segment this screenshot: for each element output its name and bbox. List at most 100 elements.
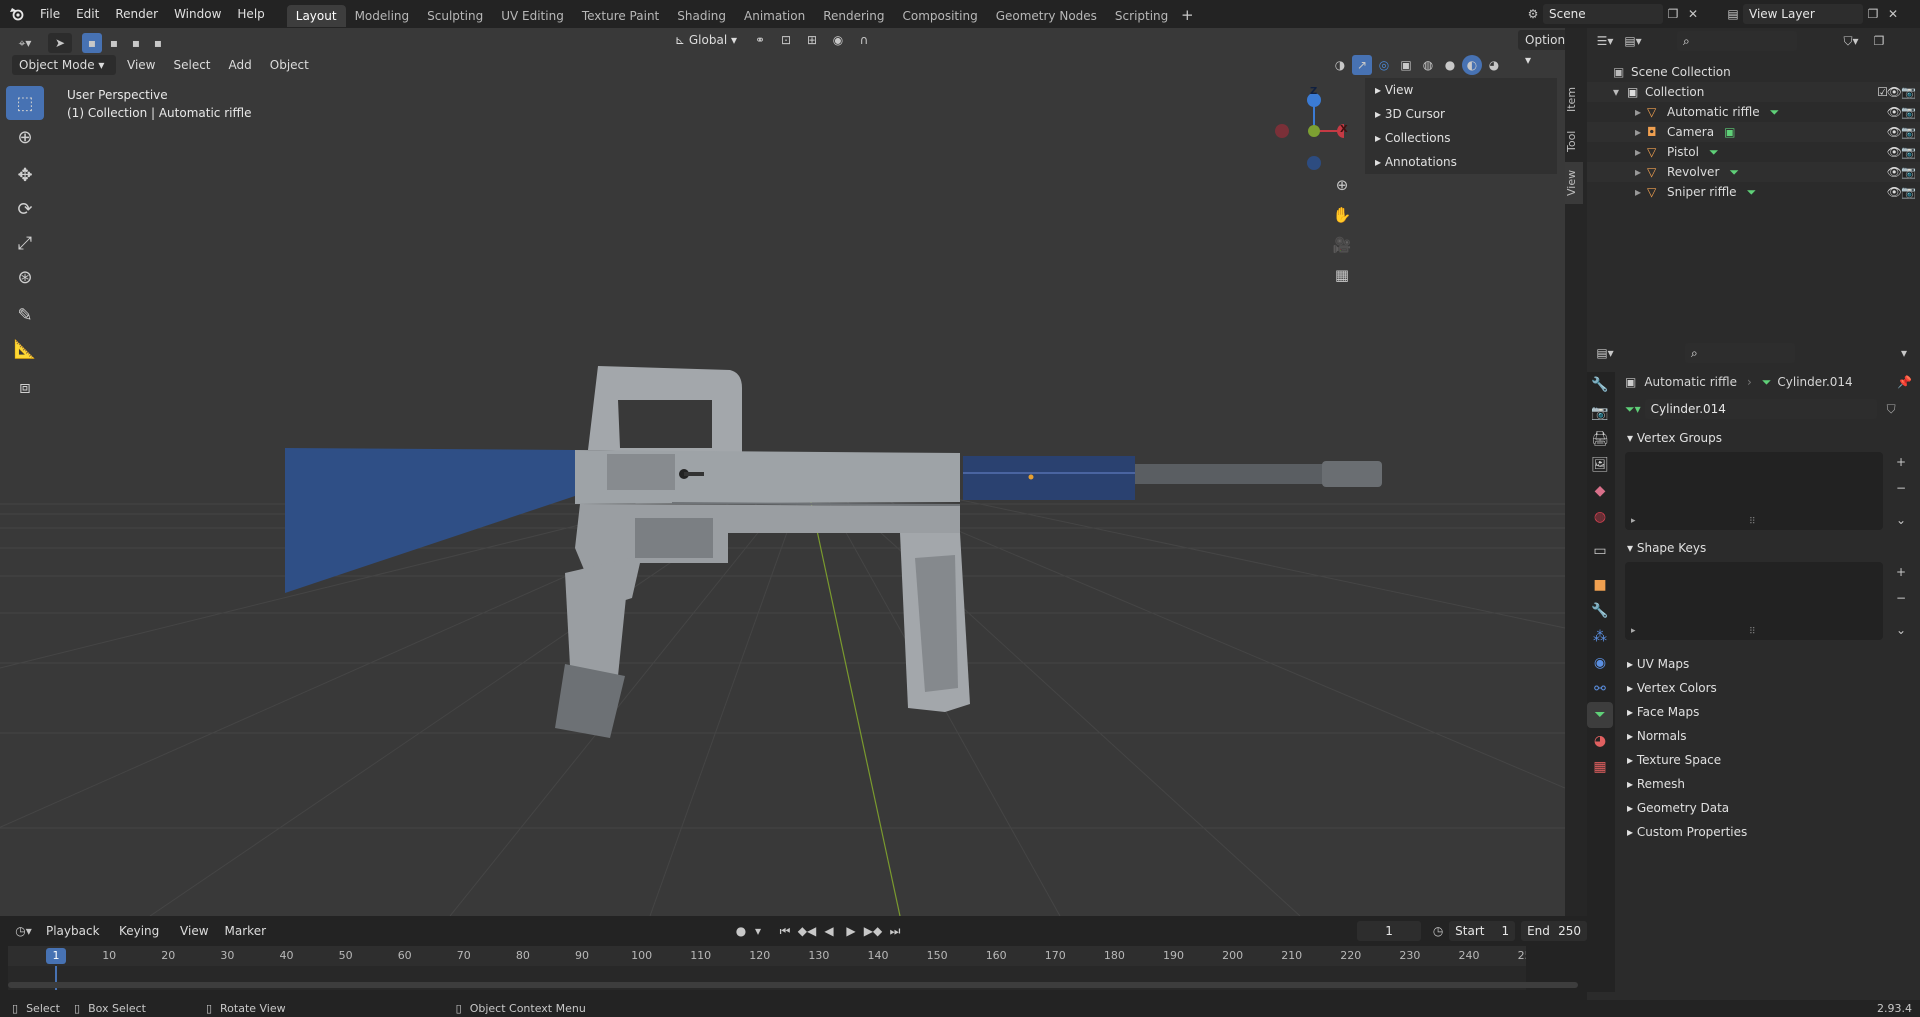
xray-icon[interactable]: ▣ bbox=[1396, 55, 1416, 75]
remove-shape-key-button[interactable]: − bbox=[1891, 588, 1911, 608]
panel-shape-keys[interactable]: ▾ Shape Keys bbox=[1617, 536, 1920, 560]
options-button[interactable]: Options ▾ bbox=[1518, 30, 1565, 67]
viewport-menu-add[interactable]: Add bbox=[222, 55, 259, 75]
material-shading-icon[interactable]: ◐ bbox=[1462, 55, 1482, 75]
expand-icon[interactable]: ▸ bbox=[1635, 102, 1647, 122]
end-frame-field[interactable]: End 250 bbox=[1521, 921, 1588, 941]
viewport-menu-select[interactable]: Select bbox=[166, 55, 217, 75]
vertex-group-specials-icon[interactable]: ⌄ bbox=[1891, 510, 1911, 530]
transform-tool-icon[interactable]: ⊛ bbox=[6, 260, 44, 294]
current-frame-field[interactable]: 1 bbox=[1357, 921, 1422, 941]
copy-scene-icon[interactable]: ❐ bbox=[1663, 4, 1683, 24]
tab-geometry-nodes[interactable]: Geometry Nodes bbox=[987, 5, 1106, 27]
snap-target-icon[interactable]: ⊞ bbox=[802, 30, 822, 50]
camera-view-icon[interactable]: 🎥 bbox=[1330, 230, 1354, 260]
item-eye-icon[interactable]: 👁 bbox=[1887, 142, 1902, 162]
panel-remesh[interactable]: ▸ Remesh bbox=[1617, 772, 1920, 796]
menu-file[interactable]: File bbox=[32, 0, 68, 28]
outliner-collection[interactable]: ▾ ▣ Collection ☑ 👁 📷 bbox=[1587, 82, 1920, 102]
mesh-data-icon[interactable]: ⏷ bbox=[1770, 102, 1780, 122]
outliner-editor-icon[interactable]: ☰▾ bbox=[1595, 31, 1615, 51]
view-layer-tab-icon[interactable]: 🖼 bbox=[1587, 452, 1613, 478]
panel-vertex-groups[interactable]: ▾ Vertex Groups bbox=[1617, 426, 1920, 450]
tab-animation[interactable]: Animation bbox=[735, 5, 814, 27]
playhead-frame[interactable]: 1 bbox=[46, 948, 66, 964]
expand-icon[interactable]: ▸ bbox=[1635, 142, 1647, 162]
jump-end-icon[interactable]: ⏭ bbox=[885, 921, 905, 941]
collection-toggle-icon[interactable]: ▾ bbox=[1613, 82, 1627, 102]
select-mode-extend-icon[interactable]: ▪ bbox=[104, 33, 124, 53]
display-mode-icon[interactable]: ▤▾ bbox=[1623, 31, 1643, 51]
tab-shading[interactable]: Shading bbox=[668, 5, 735, 27]
tool-tab-icon[interactable]: 🔧 bbox=[1587, 372, 1613, 398]
close-view-layer-icon[interactable]: ✕ bbox=[1883, 4, 1903, 24]
mesh-name-field[interactable]: Cylinder.014 bbox=[1644, 399, 1877, 419]
add-shape-key-button[interactable]: + bbox=[1891, 562, 1911, 582]
pivot-icon[interactable]: ⚭ bbox=[750, 30, 770, 50]
outliner-scene-collection[interactable]: ▣ Scene Collection bbox=[1587, 62, 1920, 82]
timeline-view[interactable]: View bbox=[173, 921, 215, 941]
prev-keyframe-icon[interactable]: ◆◀ bbox=[797, 921, 817, 941]
tab-layout[interactable]: Layout bbox=[286, 4, 346, 27]
mode-dropdown[interactable]: Object Mode ▾ bbox=[12, 55, 116, 75]
copy-view-layer-icon[interactable]: ❐ bbox=[1863, 4, 1883, 24]
pan-hand-icon[interactable]: ✋ bbox=[1330, 200, 1354, 230]
panel-geometry-data[interactable]: ▸ Geometry Data bbox=[1617, 796, 1920, 820]
mesh-data-icon[interactable]: ⏷ bbox=[1709, 142, 1719, 162]
preview-range-icon[interactable]: ◷ bbox=[1429, 921, 1447, 941]
solid-shading-icon[interactable]: ● bbox=[1440, 55, 1460, 75]
select-mode-subtract-icon[interactable]: ▪ bbox=[126, 33, 146, 53]
tab-modeling[interactable]: Modeling bbox=[346, 5, 419, 27]
panel-custom-properties[interactable]: ▸ Custom Properties bbox=[1617, 820, 1920, 844]
overlay-toggle-icon[interactable]: ◎ bbox=[1374, 55, 1394, 75]
list-expand-icon[interactable]: ▸ bbox=[1631, 626, 1636, 636]
modifiers-tab-icon[interactable]: 🔧 bbox=[1587, 598, 1613, 624]
select-tool-icon[interactable]: ➤ bbox=[48, 33, 72, 53]
remove-vertex-group-button[interactable]: − bbox=[1891, 478, 1911, 498]
orientation-dropdown[interactable]: ⊾ Global ▾ bbox=[668, 30, 744, 50]
timeline-marker[interactable]: Marker bbox=[218, 921, 273, 941]
expand-icon[interactable]: ▸ bbox=[1635, 182, 1647, 202]
scene-field[interactable]: Scene bbox=[1543, 4, 1663, 24]
texture-tab-icon[interactable]: ▦ bbox=[1587, 754, 1613, 780]
item-camera-icon[interactable]: 📷 bbox=[1901, 182, 1916, 202]
camera-data-icon[interactable]: ▣ bbox=[1724, 122, 1735, 142]
constraints-tab-icon[interactable]: ⚯ bbox=[1587, 676, 1613, 702]
view-layer-field[interactable]: View Layer bbox=[1743, 4, 1863, 24]
rendered-shading-icon[interactable]: ◕ bbox=[1484, 55, 1504, 75]
outliner-item-pistol[interactable]: ▸ ▽ Pistol ⏷ 👁 📷 bbox=[1587, 142, 1920, 162]
mesh-data-icon[interactable]: ⏷ bbox=[1729, 162, 1739, 182]
proportional-edit-icon[interactable]: ◉ bbox=[828, 30, 848, 50]
outliner-item-revolver[interactable]: ▸ ▽ Revolver ⏷ 👁 📷 bbox=[1587, 162, 1920, 182]
measure-tool-icon[interactable]: 📐 bbox=[6, 332, 44, 366]
panel-uv-maps[interactable]: ▸ UV Maps bbox=[1617, 652, 1920, 676]
timeline-playback[interactable]: Playback ▾ bbox=[39, 921, 110, 958]
outliner-item-camera[interactable]: ▸ ◘ Camera ▣ 👁 📷 bbox=[1587, 122, 1920, 142]
tab-compositing[interactable]: Compositing bbox=[893, 5, 986, 27]
viewport-menu-object[interactable]: Object bbox=[263, 55, 316, 75]
tab-scripting[interactable]: Scripting bbox=[1106, 5, 1177, 27]
snap-icon[interactable]: ⊡ bbox=[776, 30, 796, 50]
timeline-editor-icon[interactable]: ◷▾ bbox=[10, 921, 37, 941]
jump-start-icon[interactable]: ⏮ bbox=[775, 921, 795, 941]
collection-tab-icon[interactable]: ▭ bbox=[1587, 538, 1613, 564]
item-camera-icon[interactable]: 📷 bbox=[1901, 162, 1916, 182]
collection-eye-icon[interactable]: 👁 bbox=[1887, 82, 1902, 102]
ortho-grid-icon[interactable]: ▦ bbox=[1330, 260, 1354, 290]
view-layer-icon[interactable]: ▤ bbox=[1723, 4, 1743, 24]
shape-key-specials-icon[interactable]: ⌄ bbox=[1891, 620, 1911, 640]
npanel-view[interactable]: ▸ View bbox=[1365, 78, 1557, 102]
tab-texture-paint[interactable]: Texture Paint bbox=[573, 5, 668, 27]
close-scene-icon[interactable]: ✕ bbox=[1683, 4, 1703, 24]
npanel-tab-tool[interactable]: Tool bbox=[1565, 120, 1583, 162]
add-workspace-icon[interactable]: + bbox=[1177, 5, 1197, 25]
expand-icon[interactable]: ▸ bbox=[1635, 122, 1647, 142]
viewport-menu-view[interactable]: View bbox=[120, 55, 162, 75]
menu-help[interactable]: Help bbox=[229, 0, 272, 28]
menu-window[interactable]: Window bbox=[166, 0, 229, 28]
cursor-tool-icon[interactable]: ⊕ bbox=[6, 120, 44, 154]
panel-normals[interactable]: ▸ Normals bbox=[1617, 724, 1920, 748]
visibility-icon[interactable]: ◑ bbox=[1330, 55, 1350, 75]
auto-keying-icon[interactable]: ● bbox=[731, 921, 751, 941]
collection-camera-icon[interactable]: 📷 bbox=[1901, 82, 1916, 102]
